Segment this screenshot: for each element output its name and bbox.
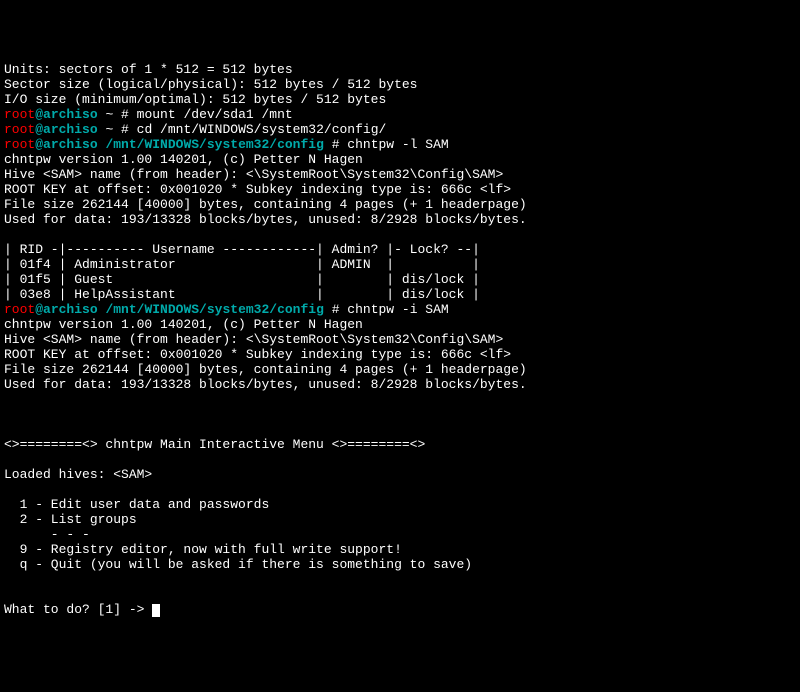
menu-opt-1: 1 - Edit user data and passwords [4,497,269,512]
chntpw-version: chntpw version 1.00 140201, (c) Petter N… [4,317,363,332]
prompt-sep: # [332,137,348,152]
prompt-cwd: /mnt/WINDOWS/system32/config [98,137,332,152]
cmd-mount: mount /dev/sda1 /mnt [137,107,293,122]
prompt-host: @archiso [35,302,97,317]
prompt-sep: # [121,122,137,137]
chntpw-version: chntpw version 1.00 140201, (c) Petter N… [4,152,363,167]
menu-opt-9: 9 - Registry editor, now with full write… [4,542,402,557]
menu-opt-q: q - Quit (you will be asked if there is … [4,557,472,572]
chntpw-filesize: File size 262144 [40000] bytes, containi… [4,197,527,212]
input-prompt[interactable]: What to do? [1] -> [4,602,152,617]
prompt-cwd: ~ [98,122,121,137]
table-row: | 01f5 | Guest | | dis/lock | [4,272,480,287]
menu-loaded: Loaded hives: <SAM> [4,467,152,482]
prompt-host: @archiso [35,122,97,137]
menu-divider: <>========<> chntpw Main Interactive Men… [4,437,425,452]
cursor-icon [152,604,160,617]
prompt-sep: # [121,107,137,122]
chntpw-usedfor: Used for data: 193/13328 blocks/bytes, u… [4,212,527,227]
chntpw-rootkey: ROOT KEY at offset: 0x001020 * Subkey in… [4,347,511,362]
chntpw-hive: Hive <SAM> name (from header): <\SystemR… [4,167,503,182]
prompt-user: root [4,137,35,152]
disk-units: Units: sectors of 1 * 512 = 512 bytes [4,62,293,77]
prompt-user: root [4,302,35,317]
table-row: | 03e8 | HelpAssistant | | dis/lock | [4,287,480,302]
chntpw-rootkey: ROOT KEY at offset: 0x001020 * Subkey in… [4,182,511,197]
chntpw-hive: Hive <SAM> name (from header): <\SystemR… [4,332,503,347]
table-row: | 01f4 | Administrator | ADMIN | | [4,257,480,272]
prompt-cwd: /mnt/WINDOWS/system32/config [98,302,332,317]
prompt-host: @archiso [35,137,97,152]
disk-sector: Sector size (logical/physical): 512 byte… [4,77,417,92]
terminal-output: Units: sectors of 1 * 512 = 512 bytes Se… [4,62,796,617]
chntpw-usedfor: Used for data: 193/13328 blocks/bytes, u… [4,377,527,392]
prompt-user: root [4,122,35,137]
table-header: | RID -|---------- Username ------------… [4,242,480,257]
cmd-chntpw-l: chntpw -l SAM [347,137,448,152]
disk-io: I/O size (minimum/optimal): 512 bytes / … [4,92,386,107]
prompt-host: @archiso [35,107,97,122]
menu-opt-2: 2 - List groups [4,512,137,527]
prompt-user: root [4,107,35,122]
menu-dashes: - - - [4,527,90,542]
prompt-cwd: ~ [98,107,121,122]
prompt-sep: # [332,302,348,317]
cmd-chntpw-i: chntpw -i SAM [347,302,448,317]
cmd-cd: cd /mnt/WINDOWS/system32/config/ [137,122,387,137]
chntpw-filesize: File size 262144 [40000] bytes, containi… [4,362,527,377]
